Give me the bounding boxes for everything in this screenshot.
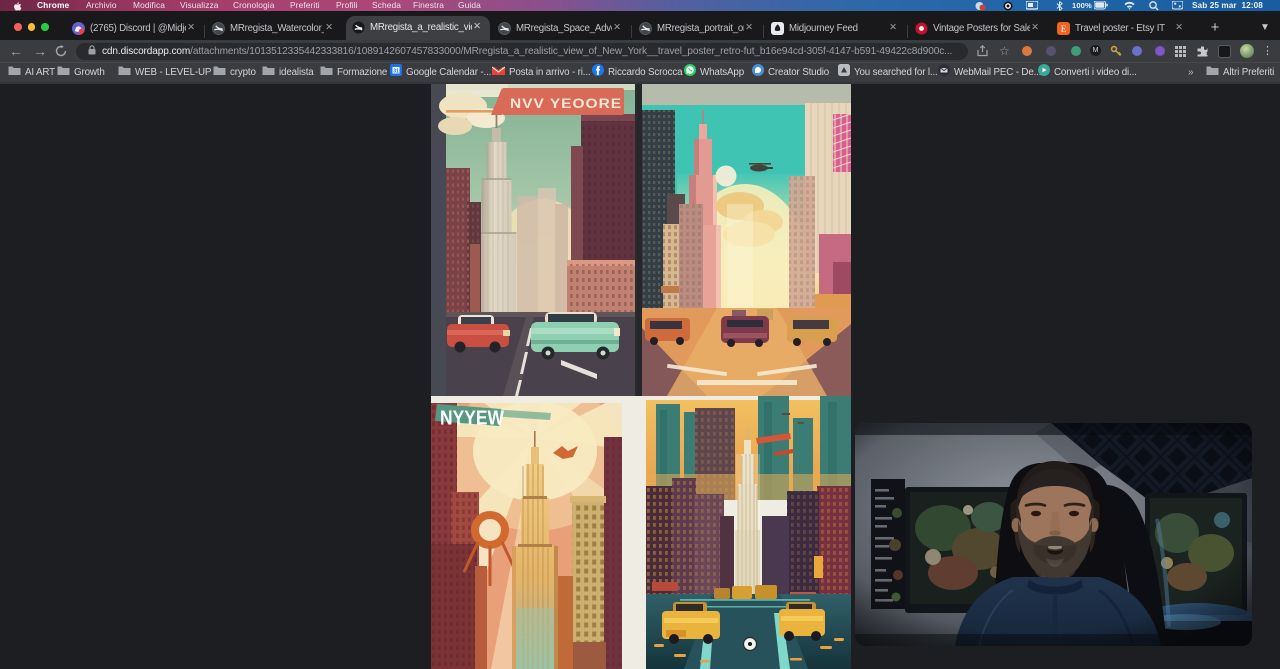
svg-text:31: 31 — [393, 69, 399, 75]
svg-text:NVV YEOORE: NVV YEOORE — [510, 97, 622, 112]
svg-text:NYYEW: NYYEW — [440, 407, 505, 430]
svg-text:E: E — [1061, 25, 1067, 35]
